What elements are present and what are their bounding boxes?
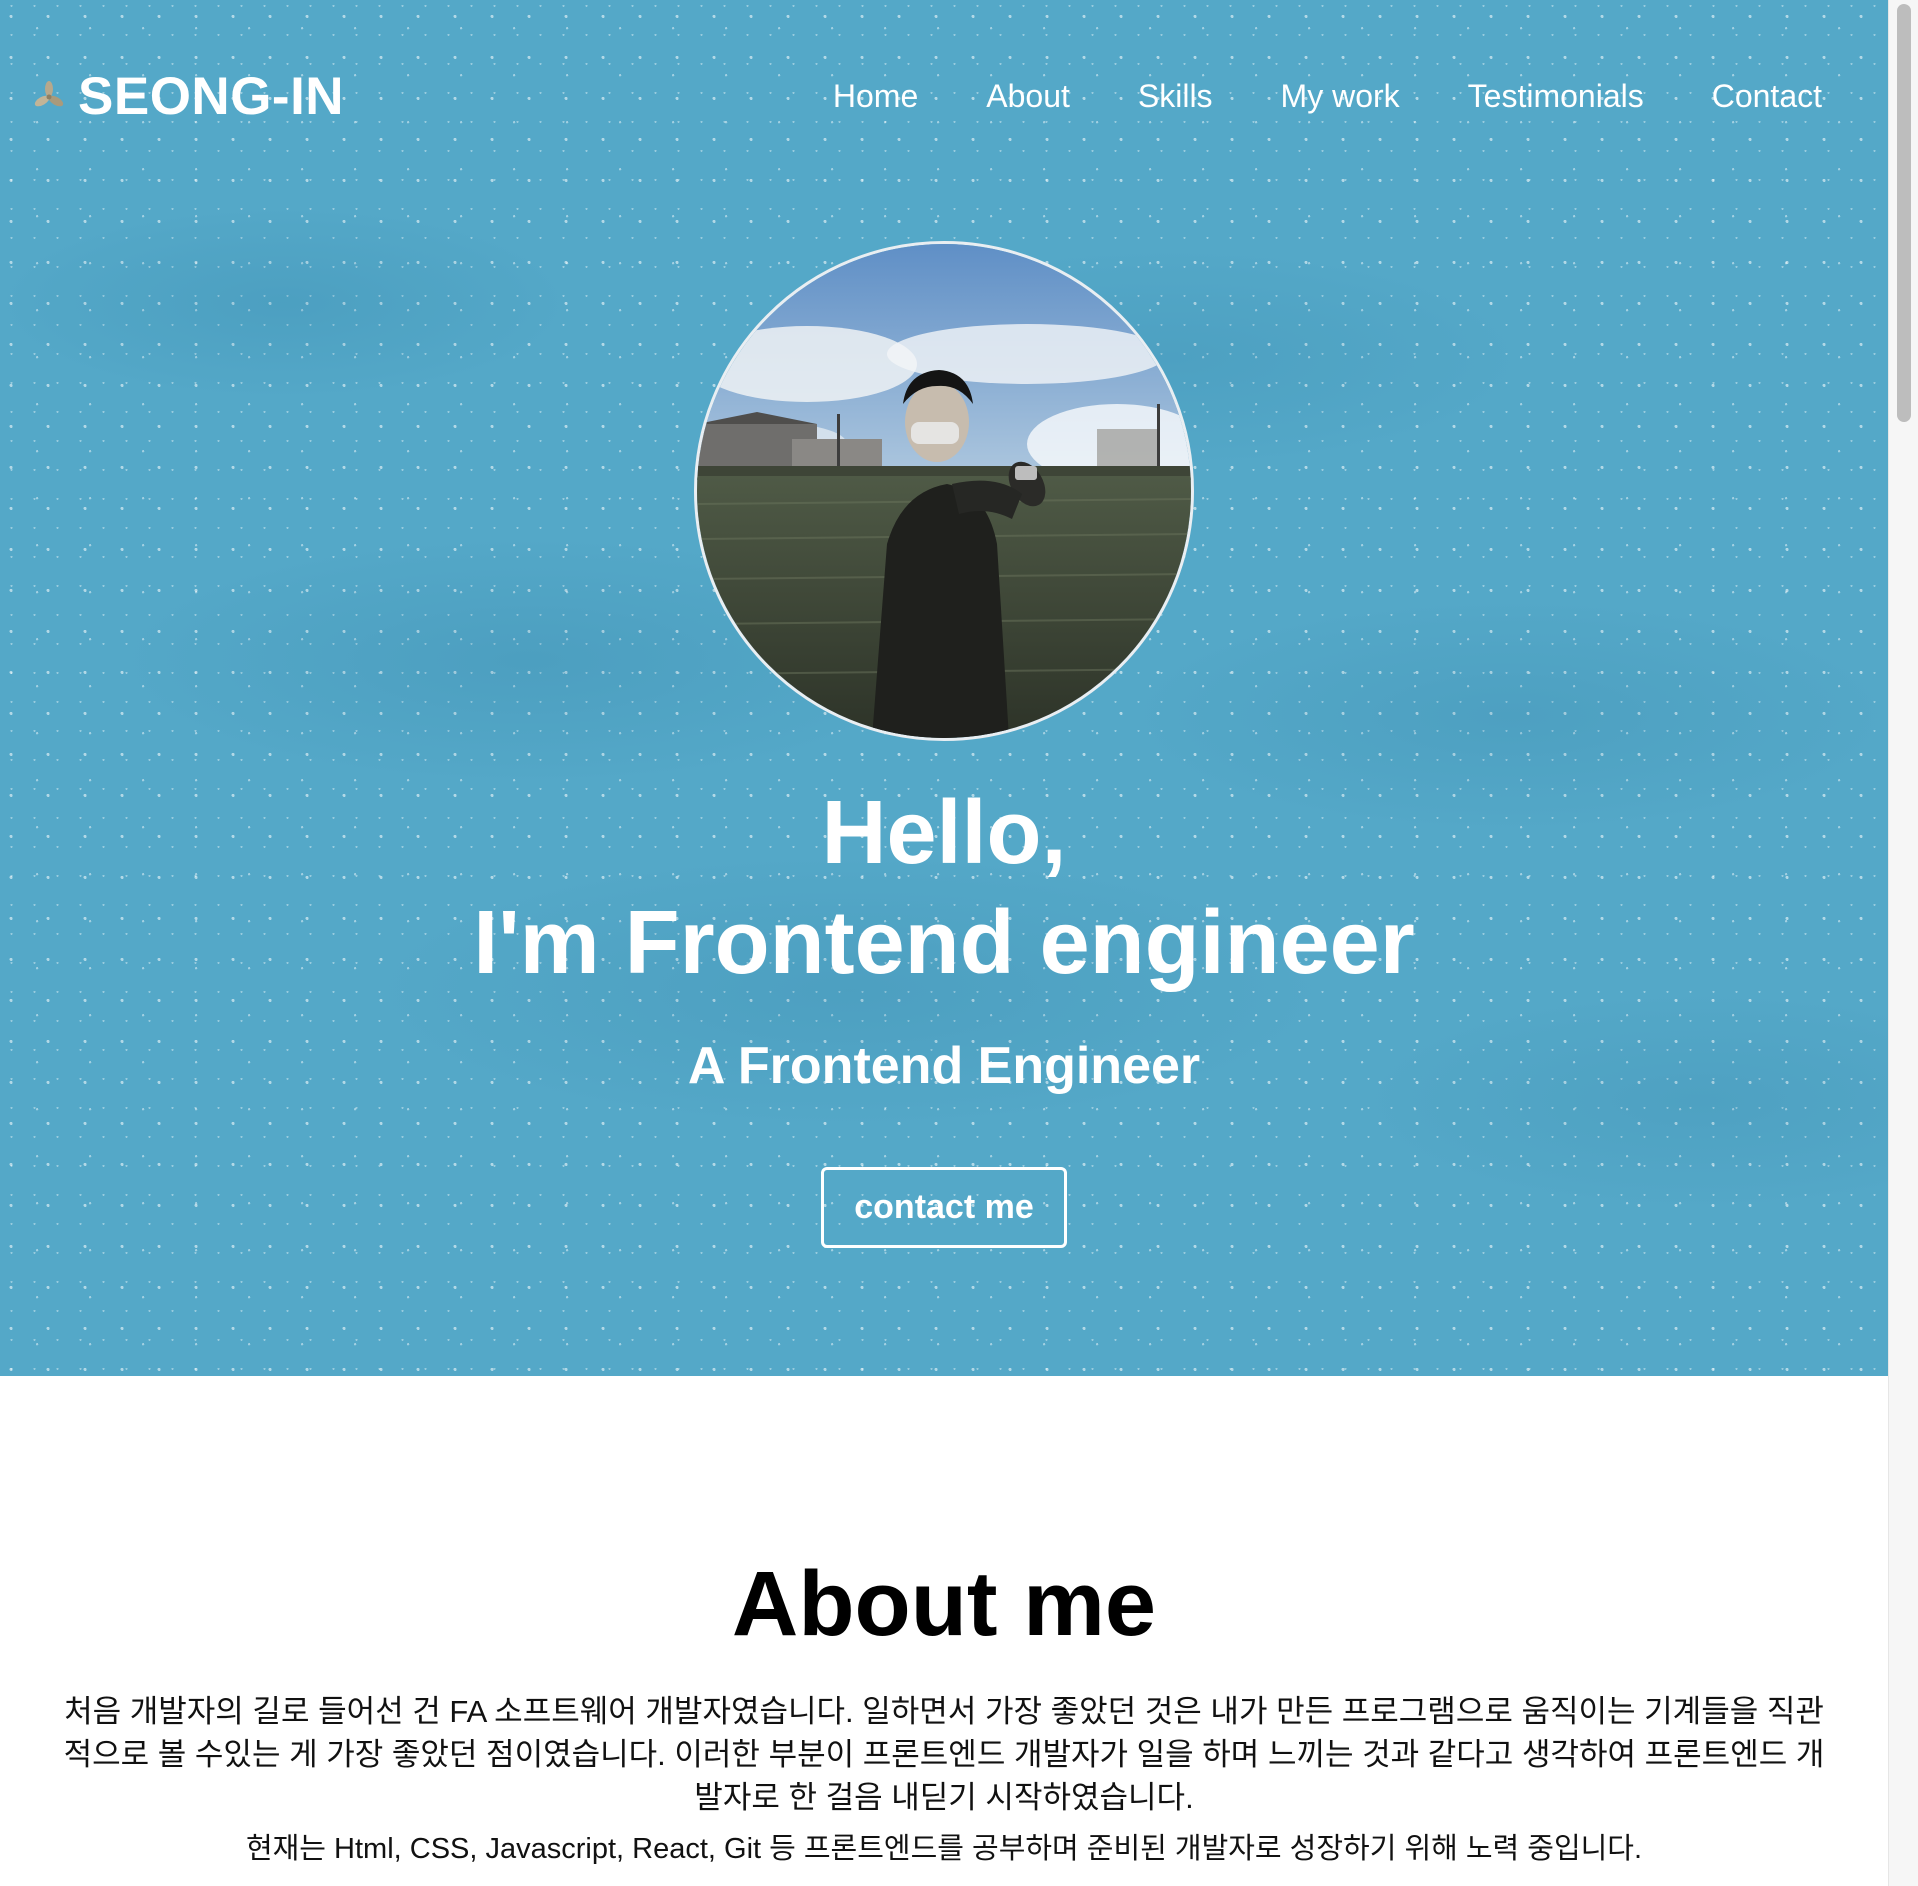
hero-title-line2: I'm Frontend engineer bbox=[473, 893, 1415, 993]
hero-section: SEONG-IN Home About Skills My work Testi… bbox=[0, 0, 1888, 1376]
hero-title: Hello, I'm Frontend engineer bbox=[0, 778, 1888, 998]
main-nav: Home About Skills My work Testimonials C… bbox=[833, 78, 1822, 115]
vertical-scrollbar[interactable] bbox=[1888, 0, 1918, 1886]
about-title: About me bbox=[731, 1553, 1157, 1655]
about-section: About me 처음 개발자의 길로 들어선 건 FA 소프트웨어 개발자였습… bbox=[0, 1376, 1888, 1886]
brand-title: SEONG-IN bbox=[78, 67, 345, 126]
scrollbar-thumb[interactable] bbox=[1897, 4, 1911, 422]
nav-skills[interactable]: Skills bbox=[1138, 78, 1213, 115]
about-description: 처음 개발자의 길로 들어선 건 FA 소프트웨어 개발자였습니다. 일하면서 … bbox=[63, 1694, 1825, 1815]
flower-logo-icon bbox=[34, 80, 64, 106]
hero-subtitle: A Frontend Engineer bbox=[687, 1037, 1201, 1095]
contact-me-button[interactable]: contact me bbox=[821, 1167, 1067, 1248]
nav-my-work[interactable]: My work bbox=[1281, 78, 1400, 115]
profile-photo bbox=[697, 244, 1191, 738]
about-description-current: 현재는 Html, CSS, Javascript, React, Git 등 … bbox=[245, 1833, 1643, 1865]
nav-home[interactable]: Home bbox=[833, 78, 918, 115]
nav-about[interactable]: About bbox=[986, 78, 1070, 115]
profile-avatar bbox=[694, 241, 1194, 741]
nav-testimonials[interactable]: Testimonials bbox=[1468, 78, 1644, 115]
hero-title-line1: Hello, bbox=[821, 783, 1067, 883]
page: SEONG-IN Home About Skills My work Testi… bbox=[0, 0, 1918, 1886]
brand[interactable]: SEONG-IN bbox=[32, 66, 344, 127]
nav-contact[interactable]: Contact bbox=[1712, 78, 1822, 115]
